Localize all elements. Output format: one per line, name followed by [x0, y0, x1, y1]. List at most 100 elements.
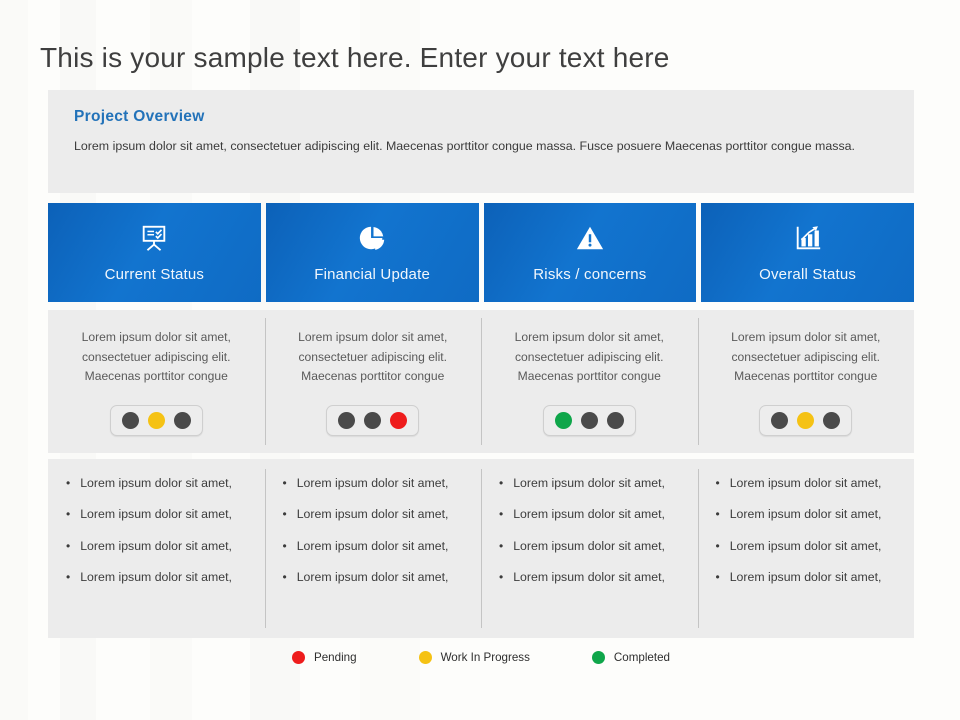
- bullet-marker-icon: •: [66, 476, 71, 490]
- tile-overall-status[interactable]: Overall Status: [701, 203, 914, 302]
- traffic-light-inactive[interactable]: [823, 411, 841, 429]
- traffic-light-inactive[interactable]: [580, 411, 598, 429]
- pie-chart-icon: [359, 226, 385, 250]
- legend-dot-pending-icon: [292, 651, 305, 664]
- list-item: • Lorem ipsum dolor sit amet,: [66, 539, 255, 553]
- bullet-column: • Lorem ipsum dolor sit amet, • Lorem ipsum…: [264, 459, 482, 638]
- traffic-light-completed[interactable]: [554, 411, 572, 429]
- list-item-label: Lorem ipsum dolor sit amet,: [296, 507, 449, 522]
- bullet-marker-icon: •: [282, 507, 287, 522]
- list-item: • Lorem ipsum dolor sit amet,: [283, 476, 472, 490]
- category-tile-row: Current Status Financial Update Risks / co…: [48, 203, 914, 302]
- traffic-light-indicator[interactable]: [326, 404, 420, 436]
- bullet-marker-icon: •: [282, 538, 287, 553]
- tile-current-status[interactable]: Current Status: [48, 203, 261, 302]
- bullet-marker-icon: •: [66, 538, 71, 553]
- legend-label: Work In Progress: [440, 651, 530, 664]
- column-description: Lorem ipsum dolor sit amet, consectetuer…: [298, 330, 448, 384]
- tile-financial-update[interactable]: Financial Update: [265, 203, 479, 302]
- bullet-column: • Lorem ipsum dolor sit amet, • Lorem ipsum…: [697, 459, 915, 638]
- list-item-label: Lorem ipsum dolor sit amet,: [513, 538, 665, 553]
- column-description: Lorem ipsum dolor sit amet, consectetuer…: [731, 330, 881, 384]
- project-overview-title: Project Overview: [74, 108, 205, 125]
- bullet-marker-icon: •: [499, 570, 504, 585]
- list-item: • Lorem ipsum dolor sit amet,: [499, 539, 688, 553]
- bullet-marker-icon: •: [715, 507, 720, 522]
- legend-dot-progress-icon: [418, 651, 432, 664]
- presentation-board-icon: [143, 225, 166, 251]
- legend-item-completed: Completed: [591, 651, 670, 664]
- list-item-label: Lorem ipsum dolor sit amet,: [80, 538, 232, 553]
- list-item: • Lorem ipsum dolor sit amet,: [716, 539, 905, 553]
- status-column: Lorem ipsum dolor sit amet, consectetuer…: [48, 310, 265, 453]
- tile-label: Overall Status: [759, 265, 857, 283]
- traffic-light-pending[interactable]: [390, 411, 408, 429]
- warning-triangle-icon: [576, 226, 603, 249]
- list-item-label: Lorem ipsum dolor sit amet,: [513, 570, 665, 585]
- list-item: • Lorem ipsum dolor sit amet,: [499, 507, 688, 521]
- traffic-light-inactive[interactable]: [606, 411, 624, 429]
- bullet-list-row: • Lorem ipsum dolor sit amet, • Lorem ipsum…: [48, 459, 914, 638]
- status-column: Lorem ipsum dolor sit amet, consectetuer…: [697, 310, 915, 453]
- list-item-label: Lorem ipsum dolor sit amet,: [296, 476, 449, 490]
- bullet-marker-icon: •: [715, 538, 720, 553]
- traffic-light-inactive[interactable]: [771, 411, 789, 429]
- list-item-label: Lorem ipsum dolor sit amet,: [80, 476, 232, 490]
- bullet-marker-icon: •: [66, 507, 71, 522]
- bullet-marker-icon: •: [715, 570, 720, 585]
- list-item: • Lorem ipsum dolor sit amet,: [283, 570, 472, 584]
- list-item: • Lorem ipsum dolor sit amet,: [716, 507, 905, 521]
- list-item: • Lorem ipsum dolor sit amet,: [716, 570, 905, 584]
- traffic-light-indicator[interactable]: [109, 404, 203, 436]
- tile-risks-concerns[interactable]: Risks / concerns: [483, 203, 697, 302]
- traffic-light-inactive[interactable]: [121, 411, 139, 429]
- traffic-light-inactive[interactable]: [364, 411, 382, 429]
- traffic-light-inactive[interactable]: [338, 411, 356, 429]
- bullet-marker-icon: •: [282, 476, 287, 490]
- list-item: • Lorem ipsum dolor sit amet,: [716, 476, 905, 490]
- list-item: • Lorem ipsum dolor sit amet,: [283, 507, 472, 521]
- legend-label: Completed: [613, 651, 670, 664]
- bullet-marker-icon: •: [282, 570, 287, 585]
- description-status-row: Lorem ipsum dolor sit amet, consectetuer…: [48, 310, 914, 453]
- bullet-marker-icon: •: [499, 538, 504, 553]
- list-item-label: Lorem ipsum dolor sit amet,: [729, 507, 882, 522]
- bullet-marker-icon: •: [66, 570, 71, 585]
- project-overview-panel: Project Overview Lorem ipsum dolor sit a…: [48, 90, 914, 193]
- list-item-label: Lorem ipsum dolor sit amet,: [296, 570, 449, 585]
- column-description: Lorem ipsum dolor sit amet, consectetuer…: [514, 330, 664, 384]
- list-item: • Lorem ipsum dolor sit amet,: [499, 476, 688, 490]
- list-item-label: Lorem ipsum dolor sit amet,: [80, 570, 232, 585]
- status-column: Lorem ipsum dolor sit amet, consectetuer…: [264, 310, 482, 453]
- list-item: • Lorem ipsum dolor sit amet,: [66, 476, 255, 490]
- traffic-light-inactive[interactable]: [173, 411, 191, 429]
- tile-label: Current Status: [104, 265, 205, 283]
- page-title: This is your sample text here. Enter you…: [40, 42, 670, 73]
- status-legend: Pending Work In Progress Completed: [48, 651, 914, 664]
- list-item-label: Lorem ipsum dolor sit amet,: [80, 507, 232, 522]
- list-item-label: Lorem ipsum dolor sit amet,: [513, 476, 665, 490]
- traffic-light-progress[interactable]: [797, 411, 815, 429]
- list-item: • Lorem ipsum dolor sit amet,: [283, 539, 472, 553]
- list-item: • Lorem ipsum dolor sit amet,: [66, 507, 255, 521]
- project-overview-body: Lorem ipsum dolor sit amet, consectetuer…: [74, 139, 855, 153]
- list-item-label: Lorem ipsum dolor sit amet,: [729, 538, 882, 553]
- list-item: • Lorem ipsum dolor sit amet,: [66, 570, 255, 584]
- tile-label: Risks / concerns: [533, 265, 647, 283]
- bullet-marker-icon: •: [499, 476, 504, 490]
- bullet-marker-icon: •: [499, 507, 504, 522]
- bullet-column: • Lorem ipsum dolor sit amet, • Lorem ipsum…: [481, 459, 698, 638]
- legend-item-pending: Pending: [292, 651, 357, 664]
- bar-chart-icon: [796, 225, 820, 249]
- traffic-light-indicator[interactable]: [759, 404, 853, 436]
- traffic-light-indicator[interactable]: [542, 404, 636, 436]
- bullet-marker-icon: •: [715, 476, 720, 490]
- list-item-label: Lorem ipsum dolor sit amet,: [513, 507, 665, 522]
- legend-dot-completed-icon: [591, 651, 605, 664]
- list-item-label: Lorem ipsum dolor sit amet,: [296, 538, 449, 553]
- list-item-label: Lorem ipsum dolor sit amet,: [729, 476, 882, 490]
- traffic-light-progress[interactable]: [147, 411, 165, 429]
- status-column: Lorem ipsum dolor sit amet, consectetuer…: [481, 310, 698, 453]
- column-description: Lorem ipsum dolor sit amet, consectetuer…: [81, 330, 231, 384]
- tile-label: Financial Update: [314, 265, 431, 283]
